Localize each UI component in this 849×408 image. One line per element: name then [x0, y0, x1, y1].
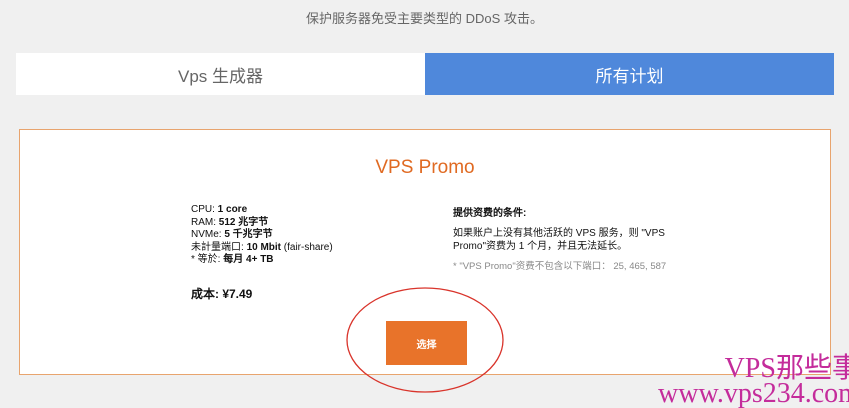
spec-port: 未計量端口: 10 Mbit (fair-share) [191, 242, 333, 255]
spec-nvme-label: NVMe: [191, 229, 225, 240]
spec-port-suffix: (fair-share) [281, 241, 333, 253]
tab-all-plans[interactable]: 所有计划 [425, 53, 834, 95]
spec-traffic-value: 每月 4+ TB [223, 254, 274, 265]
spec-nvme: NVMe: 5 千兆字节 [191, 229, 333, 242]
spec-cpu-label: CPU: [191, 204, 218, 215]
plan-specs: CPU: 1 core RAM: 512 兆字节 NVMe: 5 千兆字节 未計… [191, 204, 333, 267]
spec-port-label: 未計量端口: [191, 241, 247, 253]
watermark-line2: www.vps234.com [658, 378, 849, 408]
spec-nvme-value: 5 千兆字节 [224, 229, 273, 240]
spec-traffic: * 等於: 每月 4+ TB [191, 254, 333, 267]
conditions-note: * "VPS Promo"资费不包含以下端口： 25, 465, 587 [453, 261, 667, 272]
spec-ram-label: RAM: [191, 216, 219, 228]
spec-ram-value: 512 兆字节 [218, 216, 269, 228]
ddos-description: 保护服务器免受主要类型的 DDoS 攻击。 [306, 11, 543, 26]
plan-price: 成本: ¥7.49 [191, 287, 253, 301]
tab-vps-builder[interactable]: Vps 生成器 [16, 53, 425, 95]
spec-ram: RAM: 512 兆字节 [191, 217, 333, 230]
select-button[interactable]: 选择 [386, 321, 467, 365]
spec-port-value: 10 Mbit [246, 241, 282, 253]
spec-cpu-value: 1 core [217, 204, 248, 215]
spec-cpu: CPU: 1 core [191, 204, 333, 217]
conditions-title: 提供资费的条件: [453, 208, 527, 219]
spec-traffic-label: * 等於: [191, 254, 224, 265]
tab-bar: Vps 生成器 所有计划 [16, 53, 834, 95]
page: 保护服务器免受主要类型的 DDoS 攻击。 Vps 生成器 所有计划 VPS P… [0, 0, 849, 408]
plan-card: VPS Promo CPU: 1 core RAM: 512 兆字节 NVMe:… [19, 129, 831, 375]
site-watermark: VPS那些事 www.vps234.com [658, 355, 849, 408]
conditions-text: 如果账户上没有其他活跃的 VPS 服务，则 "VPS Promo"资费为 1 个… [453, 228, 665, 252]
plan-title: VPS Promo [375, 157, 475, 178]
